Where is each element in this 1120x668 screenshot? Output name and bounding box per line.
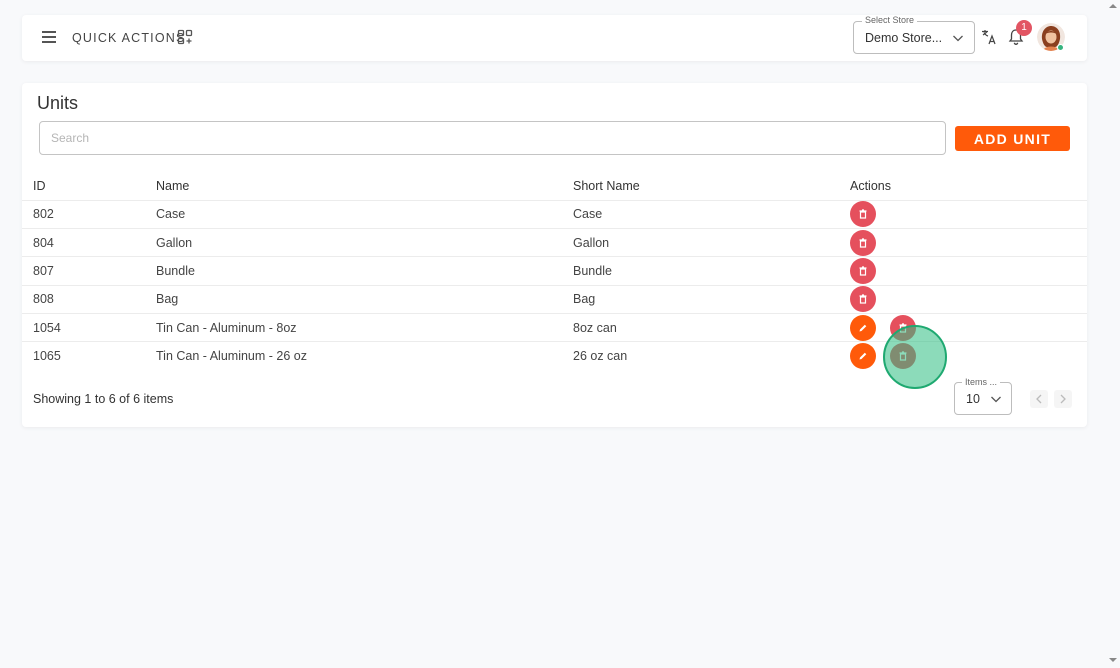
column-header-short-name[interactable]: Short Name bbox=[573, 172, 850, 200]
cell-actions bbox=[850, 313, 1087, 342]
cell-name: Bag bbox=[156, 284, 573, 314]
top-bar: QUICK ACTIONS Select Store Demo Store...… bbox=[22, 15, 1087, 61]
cell-actions bbox=[850, 284, 1087, 314]
translate-icon[interactable] bbox=[981, 29, 997, 45]
cell-actions bbox=[850, 199, 1087, 229]
items-per-page-select[interactable]: Items ... 10 bbox=[954, 377, 1012, 415]
cell-short-name: 8oz can bbox=[573, 313, 850, 342]
showing-items-text: Showing 1 to 6 of 6 items bbox=[33, 392, 174, 406]
chevron-right-icon bbox=[1060, 394, 1066, 404]
search-input[interactable] bbox=[39, 121, 946, 155]
cell-id: 802 bbox=[22, 199, 156, 229]
grid-add-icon[interactable] bbox=[177, 29, 193, 45]
edit-button[interactable] bbox=[850, 343, 876, 370]
cell-short-name: Bundle bbox=[573, 256, 850, 286]
cell-actions bbox=[850, 256, 1087, 286]
page: QUICK ACTIONS Select Store Demo Store...… bbox=[0, 0, 1120, 668]
trash-icon bbox=[859, 294, 867, 304]
pencil-icon bbox=[859, 324, 867, 332]
cell-name: Tin Can - Aluminum - 26 oz bbox=[156, 341, 573, 371]
column-header-id[interactable]: ID bbox=[22, 172, 156, 200]
table-row: 804 Gallon Gallon bbox=[22, 227, 1087, 257]
cell-id: 1054 bbox=[22, 313, 156, 342]
cell-actions bbox=[850, 341, 1087, 371]
cell-short-name: Gallon bbox=[573, 227, 850, 257]
store-select[interactable]: Select Store Demo Store... bbox=[853, 15, 975, 54]
table-row: 807 Bundle Bundle bbox=[22, 256, 1087, 286]
chevron-left-icon bbox=[1036, 394, 1042, 404]
cell-name: Tin Can - Aluminum - 8oz bbox=[156, 313, 573, 342]
column-header-actions: Actions bbox=[850, 178, 891, 193]
quick-actions-label[interactable]: QUICK ACTIONS bbox=[72, 31, 186, 45]
delete-button[interactable] bbox=[850, 201, 876, 228]
online-status-icon bbox=[1057, 44, 1064, 51]
scroll-down-icon[interactable] bbox=[1108, 656, 1118, 664]
cell-short-name: 26 oz can bbox=[573, 341, 850, 371]
trash-icon bbox=[859, 237, 867, 248]
cell-name: Bundle bbox=[156, 256, 573, 286]
units-card: Units ADD UNIT ID Name Short Name Action… bbox=[22, 83, 1087, 427]
trash-icon bbox=[899, 351, 907, 361]
trash-icon bbox=[859, 209, 867, 219]
edit-button[interactable] bbox=[850, 314, 876, 341]
items-per-page-legend: Items ... bbox=[962, 377, 1001, 387]
store-select-value: Demo Store... bbox=[865, 31, 943, 45]
cell-id: 808 bbox=[22, 284, 156, 314]
table-row: 808 Bag Bag bbox=[22, 284, 1087, 314]
store-select-legend: Select Store bbox=[862, 15, 918, 25]
cell-id: 807 bbox=[22, 256, 156, 286]
chevron-down-icon bbox=[953, 35, 963, 42]
table-row: 802 Case Case bbox=[22, 199, 1087, 229]
delete-button[interactable] bbox=[850, 286, 876, 313]
cell-actions bbox=[850, 227, 1087, 257]
menu-icon[interactable] bbox=[42, 31, 56, 43]
cell-short-name: Case bbox=[573, 199, 850, 229]
page-title: Units bbox=[37, 93, 79, 113]
table-row: 1065 Tin Can - Aluminum - 26 oz 26 oz can bbox=[22, 341, 1087, 371]
notification-badge: 1 bbox=[1016, 20, 1032, 36]
table-row: 1054 Tin Can - Aluminum - 8oz 8oz can bbox=[22, 313, 1087, 342]
add-unit-button[interactable]: ADD UNIT bbox=[955, 126, 1070, 151]
cell-id: 1065 bbox=[22, 341, 156, 371]
next-page-button[interactable] bbox=[1054, 390, 1072, 408]
pencil-icon bbox=[859, 353, 867, 360]
items-per-page-value: 10 bbox=[966, 392, 980, 406]
delete-button[interactable] bbox=[850, 229, 876, 256]
table-header: ID Name Short Name Actions bbox=[22, 172, 1087, 200]
trash-icon bbox=[859, 266, 867, 276]
delete-button[interactable] bbox=[890, 343, 916, 370]
chevron-down-icon bbox=[991, 396, 1001, 403]
trash-icon bbox=[899, 323, 907, 333]
previous-page-button[interactable] bbox=[1030, 390, 1048, 408]
cell-name: Gallon bbox=[156, 227, 573, 257]
delete-button[interactable] bbox=[890, 314, 916, 341]
column-header-name[interactable]: Name bbox=[156, 172, 573, 200]
cell-short-name: Bag bbox=[573, 284, 850, 314]
delete-button[interactable] bbox=[850, 257, 876, 284]
cell-id: 804 bbox=[22, 227, 156, 257]
scroll-up-icon[interactable] bbox=[1108, 2, 1118, 10]
units-table: ID Name Short Name Actions 802 Case Case 80… bbox=[22, 172, 1087, 371]
cell-name: Case bbox=[156, 199, 573, 229]
